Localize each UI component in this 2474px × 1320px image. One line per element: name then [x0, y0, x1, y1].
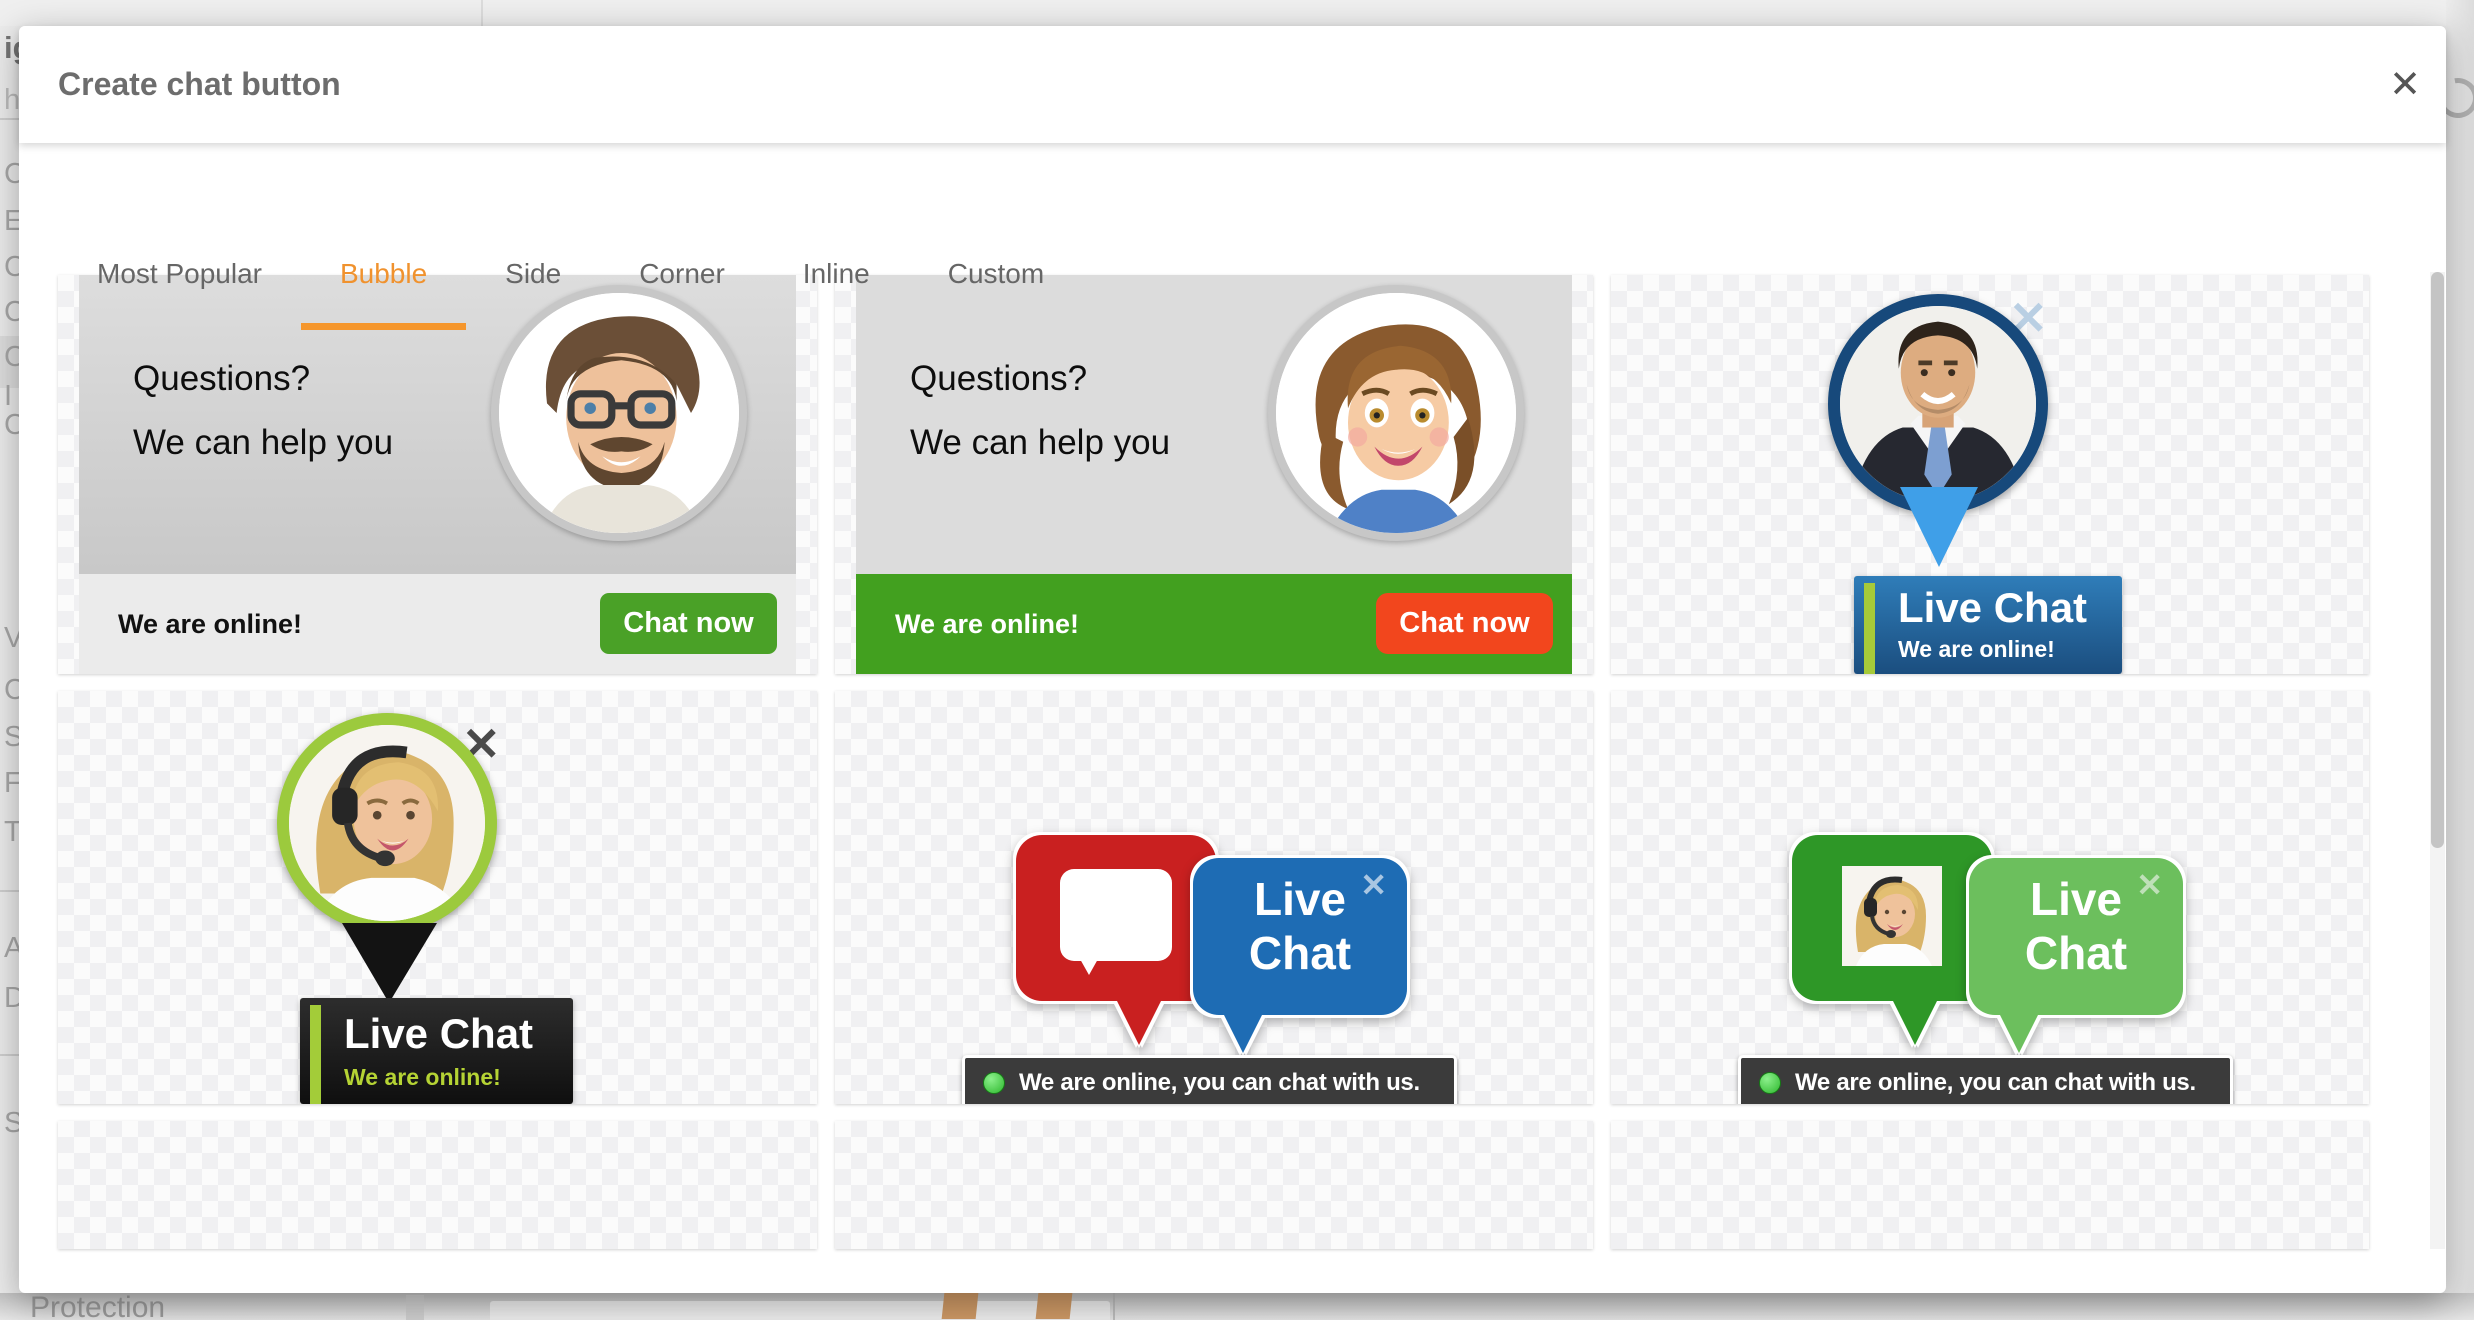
bubble-tail: [1223, 1013, 1263, 1053]
banner-heading-line1: Questions?: [133, 359, 310, 399]
background-button-fragment: [406, 1295, 424, 1320]
live-chat-title: Live Chat: [1898, 584, 2087, 632]
template-category-tabs: Most Popular Bubble Side Corner Inline C…: [58, 244, 1083, 330]
background-orange-fragment: [942, 1293, 979, 1319]
bubble-tail: [1999, 1013, 2039, 1053]
background-sidebar-divider: [0, 118, 19, 120]
template-placeholder[interactable]: [58, 1121, 817, 1249]
background-bottom-band: [0, 1293, 2474, 1320]
tab-bubble[interactable]: Bubble: [301, 244, 466, 330]
template-grid: Questions? We can help you: [58, 275, 2369, 1249]
background-sidebar-divider: [0, 1054, 19, 1056]
avatar-woman-headset-photo: [277, 713, 497, 933]
background-bar-fragment: [490, 1301, 1110, 1320]
template-placeholder[interactable]: [835, 1121, 1593, 1249]
template-placeholder[interactable]: [1611, 1121, 2369, 1249]
online-status-pill: We are online, you can chat with us.: [1738, 1055, 2233, 1104]
bubble-tail: [1116, 999, 1162, 1045]
pin-pointer: [1900, 487, 1978, 567]
avatar-man-photo: [1828, 294, 2048, 514]
template-pin-blue[interactable]: ✕: [1611, 275, 2369, 674]
template-duo-green[interactable]: Live Chat ✕ We are online, you can chat …: [1611, 691, 2369, 1104]
background-sidebar-divider: [0, 890, 19, 892]
online-status-text: We are online, you can chat with us.: [1795, 1069, 2196, 1097]
accent-stripe: [1864, 583, 1875, 674]
speech-bubble-secondary: [1792, 835, 1992, 1001]
banner-status-bar: We are online! Chat now: [79, 574, 796, 674]
tab-most-popular[interactable]: Most Popular: [58, 244, 301, 330]
avatar-woman-cartoon: [1268, 285, 1524, 541]
tab-side[interactable]: Side: [466, 244, 600, 330]
tab-custom[interactable]: Custom: [909, 244, 1083, 330]
banner-heading-line1: Questions?: [910, 359, 1087, 399]
chat-widget-preview: Questions? We can help you: [856, 275, 1572, 674]
banner-heading-line2: We can help you: [133, 423, 393, 463]
template-banner-green[interactable]: Questions? We can help you: [835, 275, 1593, 674]
inner-bubble-tail: [1080, 959, 1098, 975]
speech-bubble-live-chat: Live Chat ✕: [1193, 858, 1407, 1015]
dialog-header: Create chat button ✕: [19, 26, 2446, 143]
chat-now-button[interactable]: Chat now: [1376, 593, 1553, 654]
live-chat-label-box: Live Chat We are online!: [300, 998, 573, 1104]
chat-now-button[interactable]: Chat now: [600, 593, 777, 654]
dialog-title: Create chat button: [58, 26, 341, 143]
speech-bubble-live-chat: Live Chat ✕: [1969, 858, 2183, 1015]
pin-pointer: [342, 923, 437, 1003]
banner-heading-line2: We can help you: [910, 423, 1170, 463]
online-status-text: We are online!: [895, 574, 1079, 674]
live-chat-title: Live Chat: [344, 1010, 533, 1058]
online-dot-icon: [983, 1072, 1005, 1094]
online-status-pill: We are online, you can chat with us.: [962, 1055, 1457, 1104]
inner-speech-bubble: [1060, 869, 1172, 961]
accent-stripe: [310, 1005, 321, 1104]
avatar-woman-headset-photo: [1842, 866, 1942, 966]
background-orange-fragment: [1036, 1293, 1073, 1319]
live-chat-label-box: Live Chat We are online!: [1854, 576, 2122, 674]
close-icon: ✕: [1360, 866, 1387, 904]
close-icon[interactable]: ✕: [2380, 60, 2430, 110]
online-status-text: We are online!: [118, 574, 302, 674]
live-chat-title-line2: Chat: [1969, 926, 2183, 980]
background-bottom-divider: [1113, 1293, 1115, 1320]
live-chat-title-line2: Chat: [1193, 926, 1407, 980]
online-status-text: We are online!: [1898, 636, 2055, 663]
chat-widget-preview: Questions? We can help you: [79, 275, 796, 674]
tab-corner[interactable]: Corner: [600, 244, 764, 330]
background-top-strip: [0, 0, 2474, 26]
speech-bubble-secondary: [1016, 835, 1216, 1001]
online-status-text: We are online!: [344, 1064, 501, 1091]
online-status-text: We are online, you can chat with us.: [1019, 1069, 1420, 1097]
template-duo-red-blue[interactable]: Live Chat ✕ We are online, you can chat …: [835, 691, 1593, 1104]
online-dot-icon: [1759, 1072, 1781, 1094]
background-right-band: [2446, 0, 2474, 1320]
scrollbar-thumb[interactable]: [2431, 272, 2444, 848]
create-chat-button-dialog: Create chat button ✕ Most Popular Bubble…: [19, 26, 2446, 1293]
screen: ighCECCCICVCSFTADS Protection Create cha…: [0, 0, 2474, 1320]
background-sidebar-text-fragment: h: [4, 84, 20, 117]
tab-inline[interactable]: Inline: [764, 244, 909, 330]
bubble-tail: [1892, 999, 1938, 1045]
close-icon: ✕: [2136, 866, 2163, 904]
template-pin-black[interactable]: ✕: [58, 691, 817, 1104]
background-top-divider: [481, 0, 483, 26]
scrollbar-track[interactable]: [2430, 272, 2445, 1249]
template-banner-gray[interactable]: Questions? We can help you: [58, 275, 817, 674]
background-protection-label: Protection: [30, 1291, 165, 1320]
banner-status-bar: We are online! Chat now: [856, 574, 1572, 674]
